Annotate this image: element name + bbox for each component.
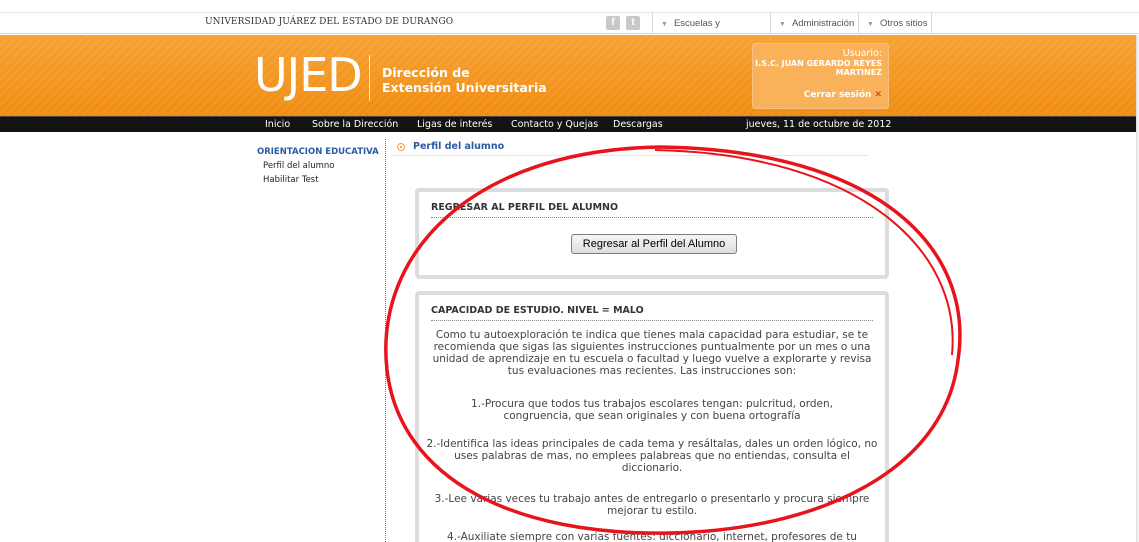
ujed-logo[interactable]: UJED [254,50,363,100]
chevron-down-icon: ▼ [779,21,786,28]
main-nav: Inicio Sobre la Dirección Ligas de inter… [0,116,1139,132]
study-capacity-panel: CAPACIDAD DE ESTUDIO. NIVEL = MALO Como … [415,291,889,542]
breadcrumb: Perfil del alumno [392,140,868,156]
current-date: jueves, 11 de octubre de 2012 [746,119,892,130]
nav-links[interactable]: Ligas de interés [417,118,492,132]
top-strip: UNIVERSIDAD JUÁREZ DEL ESTADO DE DURANGO… [0,12,1139,51]
nav-downloads[interactable]: Descargas [613,118,663,132]
nav-home[interactable]: Inicio [265,118,290,132]
sidebar-item-enable-test[interactable]: Habilitar Test [263,175,319,185]
back-panel: REGRESAR AL PERFIL DEL ALUMNO Regresar a… [415,188,889,279]
user-label: Usuario: [842,48,882,59]
chevron-down-icon: ▼ [661,21,668,28]
chevron-down-icon: ▼ [867,21,874,28]
bullet-icon [397,143,405,151]
back-panel-title: REGRESAR AL PERFIL DEL ALUMNO [431,202,873,218]
sidebar-title[interactable]: ORIENTACION EDUCATIVA [257,147,379,157]
instruction-2: 2.-Identifica las ideas principales de c… [426,438,878,474]
topbar-divider [931,13,932,34]
twitter-icon[interactable]: t [626,16,640,30]
logo-divider [369,55,370,101]
instruction-3: 3.-Lee varias veces tu trabajo antes de … [434,493,870,517]
instruction-4: 4.-Auxiliate siempre con varias fuentes:… [447,531,857,542]
menu-administration[interactable]: ▼ Administración [770,13,858,34]
university-name: UNIVERSIDAD JUÁREZ DEL ESTADO DE DURANGO [205,17,454,27]
facebook-icon[interactable]: f [606,16,620,30]
header-banner: UJED Dirección de Extensión Universitari… [0,35,1139,116]
intro-text: Como tu autoexploración te indica que ti… [432,329,872,377]
menu-other-sites[interactable]: ▼ Otros sitios [858,13,931,34]
logout-link[interactable]: Cerrar sesión ✕ [753,91,882,100]
sidebar-divider [385,139,386,542]
menu-schools[interactable]: ▼Escuelas y facultades [652,13,759,51]
study-panel-title: CAPACIDAD DE ESTUDIO. NIVEL = MALO [431,305,873,321]
nav-about[interactable]: Sobre la Dirección [312,118,398,132]
sidebar-item-student-profile[interactable]: Perfil del alumno [263,161,334,171]
instruction-1: 1.-Procura que todos tus trabajos escola… [471,398,833,422]
user-box: Usuario: I.S.C. JUAN GERARDO REYES MARTI… [752,43,889,109]
close-icon: ✕ [874,90,882,100]
breadcrumb-current[interactable]: Perfil del alumno [413,141,504,152]
user-name-line2: MARTINEZ [835,68,882,77]
nav-contact[interactable]: Contacto y Quejas [511,118,598,132]
department-title: Dirección de Extensión Universitaria [382,65,547,95]
user-name-line1: I.S.C. JUAN GERARDO REYES [755,59,882,68]
back-to-profile-button[interactable]: Regresar al Perfil del Alumno [571,234,737,254]
